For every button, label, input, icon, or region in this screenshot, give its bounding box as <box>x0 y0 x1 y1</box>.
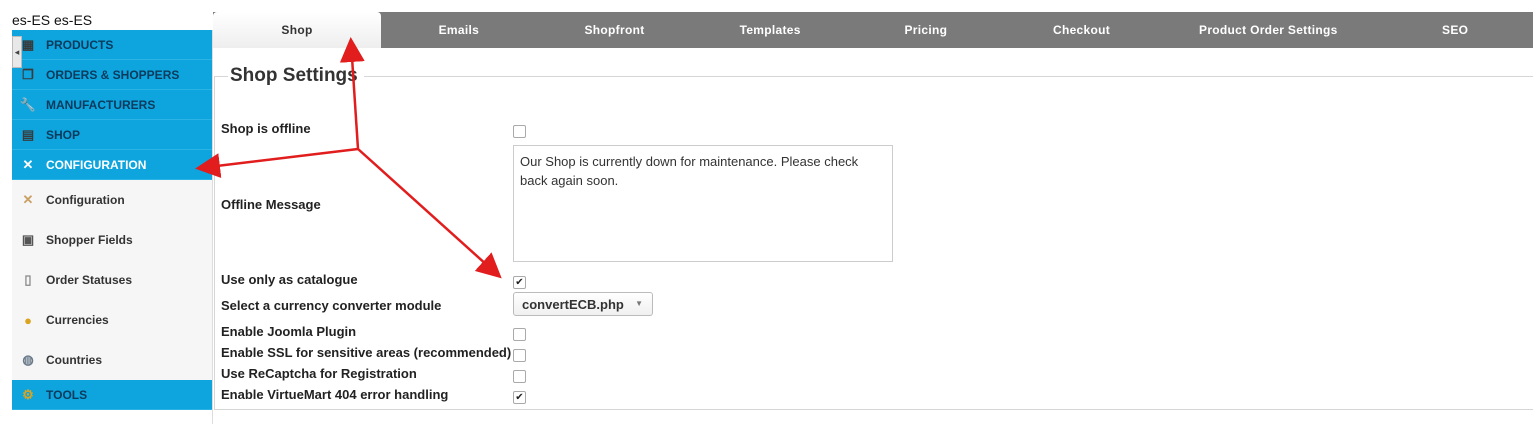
sidebar-subitem-label: Countries <box>46 353 103 367</box>
tab-product-order-settings[interactable]: Product Order Settings <box>1159 12 1377 48</box>
coins-icon: ● <box>24 312 32 328</box>
tab-checkout[interactable]: Checkout <box>1004 12 1160 48</box>
sidebar-item-label: PRODUCTS <box>46 37 114 52</box>
tab-emails[interactable]: Emails <box>381 12 537 48</box>
orders-icon: ❐ <box>22 66 34 82</box>
error404-label: Enable VirtueMart 404 error handling <box>221 387 449 402</box>
offline-message-textarea[interactable] <box>513 145 893 262</box>
sidebar-subitem-label: Shopper Fields <box>46 233 133 247</box>
configuration-icon: ✕ <box>22 156 34 172</box>
tab-shop[interactable]: Shop <box>213 12 381 48</box>
offline-message-label: Offline Message <box>221 197 321 212</box>
sidebar-item-manufacturers[interactable]: 🔧 MANUFACTURERS <box>12 90 212 120</box>
sidebar-item-label: SHOP <box>46 127 81 142</box>
products-icon: ▦ <box>21 36 35 52</box>
tab-shopfront[interactable]: Shopfront <box>537 12 693 48</box>
document-icon: ▯ <box>24 272 32 287</box>
error404-checkbox[interactable]: ✔ <box>513 391 526 404</box>
sidebar-item-label: MANUFACTURERS <box>46 97 156 112</box>
chevron-down-icon: ▼ <box>635 299 643 308</box>
ssl-checkbox[interactable] <box>513 349 526 362</box>
sidebar-subitem-order-statuses[interactable]: ▯ Order Statuses <box>12 260 212 300</box>
sidebar-item-label: CONFIGURATION <box>46 157 147 172</box>
tab-seo[interactable]: SEO <box>1377 12 1533 48</box>
sidebar-item-orders-shoppers[interactable]: ❐ ORDERS & SHOPPERS <box>12 60 212 90</box>
sidebar: ▦ PRODUCTS ❐ ORDERS & SHOPPERS 🔧 MANUFAC… <box>12 30 213 424</box>
globe-icon: ◍ <box>22 352 34 367</box>
sidebar-subitem-currencies[interactable]: ● Currencies <box>12 300 212 340</box>
sidebar-item-shop[interactable]: ▤ SHOP <box>12 120 212 150</box>
tools-cross-icon: ✕ <box>22 192 34 207</box>
recaptcha-label: Use ReCaptcha for Registration <box>221 366 417 381</box>
wrench-icon: 🔧 <box>19 96 37 112</box>
currency-converter-label: Select a currency converter module <box>221 298 442 313</box>
currency-converter-value: convertECB.php <box>522 296 624 312</box>
joomla-plugin-checkbox[interactable] <box>513 328 526 341</box>
form-icon: ▣ <box>21 232 35 247</box>
sidebar-subitem-configuration[interactable]: ✕ Configuration <box>12 180 212 220</box>
recaptcha-checkbox[interactable] <box>513 370 526 383</box>
use-catalogue-label: Use only as catalogue <box>221 272 358 287</box>
sidebar-subitem-countries[interactable]: ◍ Countries <box>12 340 212 380</box>
sidebar-item-configuration[interactable]: ✕ CONFIGURATION <box>12 150 212 180</box>
sidebar-item-tools[interactable]: ⚙ TOOLS <box>12 380 212 410</box>
currency-converter-select[interactable]: convertECB.php ▼ <box>513 292 653 316</box>
gear-icon: ⚙ <box>22 386 34 402</box>
shop-offline-checkbox[interactable] <box>513 125 526 138</box>
tab-pricing[interactable]: Pricing <box>848 12 1004 48</box>
sidebar-item-label: ORDERS & SHOPPERS <box>46 67 180 82</box>
sidebar-subitem-label: Order Statuses <box>46 273 133 287</box>
sidebar-item-products[interactable]: ▦ PRODUCTS <box>12 30 212 60</box>
use-catalogue-checkbox[interactable]: ✔ <box>513 276 526 289</box>
ssl-label: Enable SSL for sensitive areas (recommen… <box>221 345 512 360</box>
sidebar-subitem-shopper-fields[interactable]: ▣ Shopper Fields <box>12 220 212 260</box>
sidebar-subitem-label: Configuration <box>46 193 125 207</box>
language-label: es-ES es-ES <box>12 12 93 28</box>
sidebar-subitem-label: Currencies <box>46 313 109 327</box>
shop-icon: ▤ <box>21 126 35 142</box>
joomla-plugin-label: Enable Joomla Plugin <box>221 324 357 339</box>
sidebar-collapse-handle[interactable]: ◂ <box>12 36 22 68</box>
tab-bar: Shop Emails Shopfront Templates Pricing … <box>213 12 1533 48</box>
shop-offline-label: Shop is offline <box>221 121 311 136</box>
sidebar-item-label: TOOLS <box>46 387 88 402</box>
tab-templates[interactable]: Templates <box>692 12 848 48</box>
fieldset-legend: Shop Settings <box>228 65 364 87</box>
